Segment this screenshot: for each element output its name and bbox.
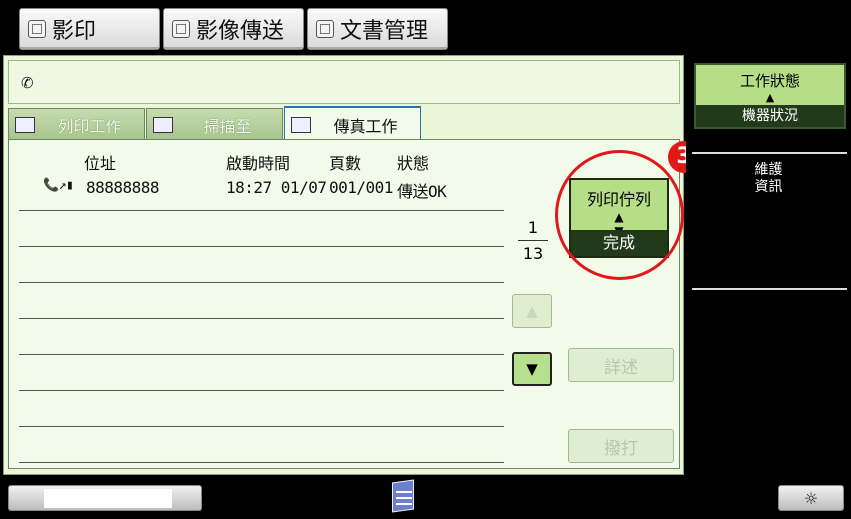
brightness-icon: ☼	[803, 488, 819, 508]
row-divider	[19, 354, 504, 355]
column-status: 狀態	[397, 154, 430, 173]
status-toggle-bottom: 機器狀況	[696, 105, 844, 127]
sidebar-divider	[692, 152, 847, 154]
page-total: 13	[522, 244, 544, 263]
mode-document-filing-button[interactable]: 文書管理	[307, 8, 448, 50]
right-sidebar: 工作狀態 ▲▼ 機器狀況 維護 資訊	[686, 55, 851, 475]
image-send-icon	[172, 20, 190, 38]
maintenance-line2: 資訊	[754, 179, 783, 195]
row-divider	[19, 318, 504, 319]
scroll-up-button[interactable]: ▲	[512, 294, 552, 328]
document-line	[396, 503, 412, 505]
job-status-icon[interactable]	[388, 479, 422, 515]
page-current: 1	[527, 218, 539, 237]
tab-print-jobs[interactable]: 列印工作	[8, 108, 145, 140]
document-line	[396, 491, 412, 493]
user-input-area[interactable]	[8, 485, 202, 511]
tab-scan-to[interactable]: 掃描至	[146, 108, 283, 140]
document-icon	[392, 479, 414, 513]
mode-image-send-button[interactable]: 影像傳送	[163, 8, 304, 50]
row-address: 88888888	[86, 178, 160, 197]
mode-copy-label: 影印	[52, 19, 97, 44]
input-field[interactable]	[44, 489, 172, 508]
tab-fax-jobs-label: 傳真工作	[333, 116, 398, 136]
status-toggle-top: 工作狀態	[739, 72, 800, 90]
brightness-button[interactable]: ☼	[778, 485, 844, 511]
row-divider	[19, 390, 504, 391]
maintenance-line1: 維護	[754, 162, 783, 178]
row-divider	[19, 210, 504, 211]
row-divider	[19, 282, 504, 283]
column-address: 位址	[84, 154, 117, 173]
tab-print-jobs-label: 列印工作	[57, 116, 122, 136]
scan-icon	[153, 116, 173, 133]
row-type-icons: 📞↗▮	[43, 178, 74, 193]
row-start-time: 18:27 01/07	[226, 178, 327, 197]
printer-icon	[15, 116, 35, 133]
row-divider	[19, 426, 504, 427]
page-indicator: 1 13	[518, 218, 548, 263]
tab-scan-to-label: 掃描至	[203, 116, 252, 136]
row-divider	[19, 246, 504, 247]
scroll-down-button[interactable]: ▼	[512, 352, 552, 386]
mode-document-filing-label: 文書管理	[340, 19, 429, 44]
row-divider	[19, 462, 504, 463]
document-filing-icon	[316, 20, 334, 38]
fax-icon	[291, 116, 311, 133]
row-status: 傳送OK	[397, 182, 447, 201]
job-status-toggle-button[interactable]: 工作狀態 ▲▼ 機器狀況	[694, 63, 846, 129]
mode-copy-button[interactable]: 影印	[19, 8, 160, 50]
bottom-bar: ☼	[0, 475, 851, 519]
row-pages: 001/001	[329, 178, 393, 197]
detail-button[interactable]: 詳述	[568, 348, 674, 382]
maintenance-info-button[interactable]: 維護 資訊	[686, 162, 851, 196]
mode-image-send-label: 影像傳送	[196, 19, 285, 44]
message-area: ✆	[8, 60, 680, 104]
arrow-down-icon: ▼	[526, 360, 538, 378]
arrow-up-icon: ▲	[526, 302, 538, 320]
document-line	[396, 497, 412, 499]
retry-call-button[interactable]: 撥打	[568, 429, 674, 463]
tab-fax-jobs[interactable]: 傳真工作	[284, 106, 421, 141]
mode-bar: 影印 影像傳送 文書管理	[0, 0, 851, 55]
column-pages: 頁數	[329, 154, 362, 173]
sidebar-divider	[692, 288, 847, 290]
highlight-circle	[555, 150, 684, 280]
fax-phone-icon: ✆	[21, 74, 34, 92]
column-start-time: 啟動時間	[226, 154, 291, 173]
page-divider	[518, 240, 548, 241]
copy-icon	[28, 20, 46, 38]
